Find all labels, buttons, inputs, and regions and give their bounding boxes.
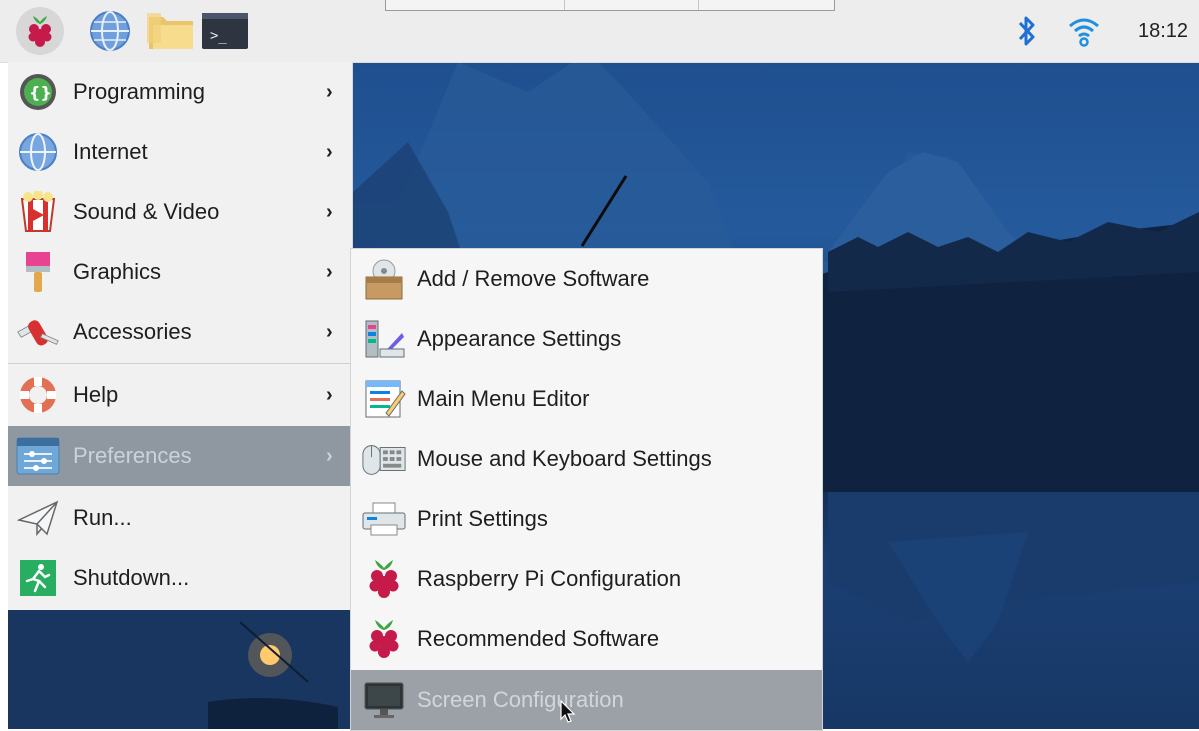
- menu-editor-icon: [361, 376, 407, 422]
- svg-text:{}: {}: [29, 83, 52, 102]
- svg-text:>_: >_: [210, 28, 227, 44]
- submenu-item-recommended-software[interactable]: Recommended Software: [351, 609, 822, 669]
- menu-item-programming[interactable]: {} Programming ›: [8, 62, 352, 122]
- submenu-item-raspberry-pi-configuration[interactable]: Raspberry Pi Configuration: [351, 549, 822, 609]
- window-strip: [385, 0, 835, 11]
- submenu-item-screen-configuration[interactable]: Screen Configuration: [351, 670, 822, 730]
- clock[interactable]: 18:12: [1138, 20, 1188, 43]
- lifebuoy-icon: [16, 373, 60, 417]
- menu-item-help[interactable]: Help ›: [8, 365, 352, 425]
- chevron-right-icon: ›: [326, 80, 333, 103]
- raspberry-menu-icon[interactable]: [16, 7, 64, 55]
- file-manager-icon[interactable]: [146, 10, 196, 52]
- wifi-icon[interactable]: [1066, 12, 1102, 53]
- submenu-item-mouse-keyboard-settings[interactable]: Mouse and Keyboard Settings: [351, 429, 822, 489]
- pocket-knife-icon: [16, 310, 60, 354]
- menu-item-internet[interactable]: Internet ›: [8, 122, 352, 182]
- submenu-item-main-menu-editor[interactable]: Main Menu Editor: [351, 369, 822, 429]
- exit-icon: [16, 556, 60, 600]
- menu-item-accessories[interactable]: Accessories ›: [8, 302, 352, 362]
- menu-item-graphics[interactable]: Graphics ›: [8, 242, 352, 302]
- taskbar: >_ 18:12: [0, 0, 1199, 63]
- paper-plane-icon: [16, 496, 60, 540]
- web-browser-icon[interactable]: [86, 10, 134, 52]
- preferences-submenu: Add / Remove Software Appearance Setting…: [350, 248, 823, 731]
- raspberry-icon: [361, 556, 407, 602]
- chevron-right-icon: ›: [326, 200, 333, 223]
- bluetooth-icon[interactable]: [1014, 14, 1040, 53]
- paintbrush-icon: [16, 250, 60, 294]
- chevron-right-icon: ›: [326, 320, 333, 343]
- chevron-right-icon: ›: [326, 444, 333, 467]
- appearance-icon: [361, 316, 407, 362]
- monitor-icon: [361, 677, 407, 723]
- globe-icon: [16, 130, 60, 174]
- popcorn-icon: [16, 190, 60, 234]
- menu-divider: [8, 363, 352, 364]
- application-menu: {} Programming › Internet › Sound & Vide…: [8, 62, 353, 610]
- menu-item-preferences[interactable]: Preferences ›: [8, 426, 352, 486]
- menu-item-shutdown[interactable]: Shutdown...: [8, 548, 352, 608]
- mouse-keyboard-icon: [361, 436, 407, 482]
- package-icon: [361, 256, 407, 302]
- submenu-item-print-settings[interactable]: Print Settings: [351, 489, 822, 549]
- chevron-right-icon: ›: [326, 383, 333, 406]
- programming-icon: {}: [16, 70, 60, 114]
- submenu-item-add-remove-software[interactable]: Add / Remove Software: [351, 249, 822, 309]
- raspberry-icon: [361, 616, 407, 662]
- chevron-right-icon: ›: [326, 140, 333, 163]
- submenu-item-appearance-settings[interactable]: Appearance Settings: [351, 309, 822, 369]
- chevron-right-icon: ›: [326, 260, 333, 283]
- menu-item-run[interactable]: Run...: [8, 488, 352, 548]
- menu-item-sound-video[interactable]: Sound & Video ›: [8, 182, 352, 242]
- mouse-pointer-icon: [560, 699, 576, 729]
- terminal-icon[interactable]: >_: [200, 10, 250, 52]
- printer-icon: [361, 496, 407, 542]
- preferences-icon: [16, 434, 60, 478]
